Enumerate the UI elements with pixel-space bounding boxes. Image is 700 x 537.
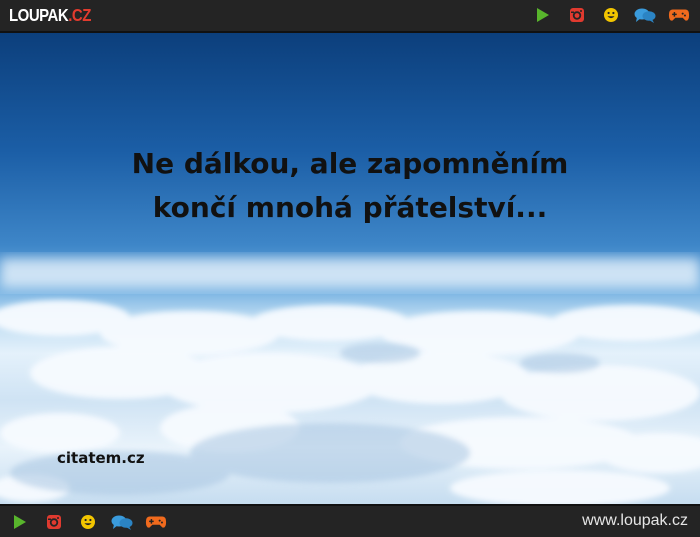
quote-line-2: končí mnohá přátelství... bbox=[152, 191, 548, 224]
play-icon[interactable] bbox=[532, 4, 554, 26]
clouds-background bbox=[0, 258, 700, 504]
gamepad-icon[interactable] bbox=[668, 4, 690, 26]
quote-line-1: Ne dálkou, ale zapomněním bbox=[131, 147, 569, 180]
quote-source: citatem.cz bbox=[57, 449, 145, 467]
top-bar: LOUPAK .CZ bbox=[0, 0, 700, 33]
logo-tld-text: .CZ bbox=[68, 5, 91, 25]
bottom-icon-group bbox=[9, 511, 179, 533]
site-url[interactable]: www.loupak.cz bbox=[582, 512, 688, 530]
gamepad-icon[interactable] bbox=[145, 511, 167, 533]
top-icon-group bbox=[520, 4, 690, 26]
logo-main-text: LOUPAK bbox=[9, 5, 69, 25]
quote-text: Ne dálkou, ale zapomněním končí mnohá př… bbox=[0, 142, 700, 230]
quote-image: Ne dálkou, ale zapomněním končí mnohá př… bbox=[0, 33, 700, 504]
smiley-icon[interactable] bbox=[600, 4, 622, 26]
instagram-icon[interactable] bbox=[566, 4, 588, 26]
smiley-icon[interactable] bbox=[77, 511, 99, 533]
chat-icon[interactable] bbox=[111, 511, 133, 533]
play-icon[interactable] bbox=[9, 511, 31, 533]
chat-icon[interactable] bbox=[634, 4, 656, 26]
bottom-bar: www.loupak.cz bbox=[0, 504, 700, 537]
instagram-icon[interactable] bbox=[43, 511, 65, 533]
loupak-logo[interactable]: LOUPAK .CZ bbox=[9, 4, 91, 27]
